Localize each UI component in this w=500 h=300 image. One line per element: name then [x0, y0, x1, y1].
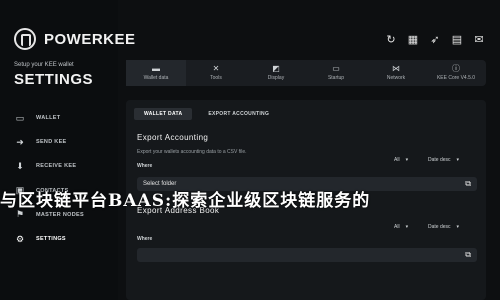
- export-accounting-where-label: Where: [137, 163, 153, 169]
- settings-tabbar: ▬ Wallet data ✕ Tools ◩ Display ▭ Startu…: [126, 60, 486, 86]
- chevron-down-icon: ▾: [405, 157, 409, 163]
- brand-logo: POWERKEE: [14, 28, 136, 50]
- sidebar-item-label: RECEIVE KEE: [36, 163, 77, 170]
- subtab-bar: WALLET DATA EXPORT ACCOUNTING: [134, 108, 279, 120]
- rocket-icon[interactable]: ➶: [428, 32, 442, 46]
- sidebar-item-wallet[interactable]: ▭ WALLET: [14, 106, 114, 130]
- tab-label: Tools: [210, 75, 222, 81]
- sidebar-item-label: SETTINGS: [36, 236, 66, 243]
- chevron-down-icon: ▾: [456, 224, 460, 230]
- info-icon: ⓘ: [452, 64, 460, 73]
- folder-icon: ▬: [152, 64, 160, 73]
- startup-icon: ▭: [332, 64, 340, 73]
- chevron-down-icon: ▾: [405, 224, 409, 230]
- subtab-wallet-data[interactable]: WALLET DATA: [134, 108, 193, 120]
- sidebar-item-receive-kee[interactable]: ⬇ RECEIVE KEE: [14, 154, 114, 178]
- tab-wallet-data[interactable]: ▬ Wallet data: [126, 60, 186, 86]
- tab-label: Wallet data: [143, 75, 169, 81]
- page-title: SETTINGS: [14, 71, 94, 88]
- send-icon: ➜: [16, 136, 24, 147]
- sidebar-item-label: SEND KEE: [36, 139, 67, 146]
- gift-icon[interactable]: ▦: [406, 32, 420, 46]
- lock-icon[interactable]: ▤: [450, 32, 464, 46]
- tab-display[interactable]: ◩ Display: [246, 60, 306, 86]
- tab-kee-core[interactable]: ⓘ KEE Core V4.5.0: [426, 60, 486, 86]
- export-accounting-description: Export your wallets accounting data to a…: [137, 149, 247, 155]
- tab-label: Network: [386, 75, 406, 81]
- wallet-icon: ▭: [15, 112, 25, 123]
- tab-label: Display: [267, 75, 285, 81]
- tab-label: Startup: [327, 75, 345, 81]
- export-accounting-sort-dropdown[interactable]: Date desc ▾: [428, 157, 459, 163]
- display-icon: ◩: [272, 64, 280, 73]
- export-address-book-where-label: Where: [137, 236, 153, 242]
- tab-tools[interactable]: ✕ Tools: [186, 60, 246, 86]
- filter-value: All: [394, 157, 400, 163]
- export-address-book-folder-field[interactable]: ⧉: [137, 248, 477, 262]
- sidebar-item-send-kee[interactable]: ➜ SEND KEE: [14, 130, 114, 154]
- copy-icon[interactable]: ⧉: [465, 251, 471, 259]
- tools-icon: ✕: [212, 64, 220, 73]
- export-accounting-title: Export Accounting: [137, 133, 209, 142]
- powerkee-logo-icon: [14, 28, 36, 50]
- export-accounting-filter-dropdown[interactable]: All ▾: [394, 157, 408, 163]
- tab-startup[interactable]: ▭ Startup: [306, 60, 366, 86]
- setup-subtitle: Setup your KEE wallet: [14, 62, 74, 68]
- sort-value: Date desc: [428, 224, 451, 230]
- sidebar: POWERKEE Setup your KEE wallet SETTINGS …: [0, 0, 135, 300]
- sidebar-nav: ▭ WALLET ➜ SEND KEE ⬇ RECEIVE KEE ▣ CONT…: [14, 106, 114, 251]
- receive-icon: ⬇: [16, 160, 24, 171]
- sidebar-item-label: WALLET: [36, 115, 61, 122]
- gear-icon: ⚙: [15, 233, 25, 244]
- filter-value: All: [394, 224, 400, 230]
- top-toolbar: ↻ ▦ ➶ ▤ ✉: [384, 32, 486, 46]
- mail-icon[interactable]: ✉: [472, 32, 486, 46]
- sidebar-item-settings[interactable]: ⚙ SETTINGS: [14, 227, 114, 251]
- refresh-icon[interactable]: ↻: [384, 32, 398, 46]
- subtab-export-accounting[interactable]: EXPORT ACCOUNTING: [198, 108, 279, 120]
- network-icon: ⋈: [392, 64, 400, 73]
- chevron-down-icon: ▾: [456, 157, 460, 163]
- export-address-book-sort-dropdown[interactable]: Date desc ▾: [428, 224, 459, 230]
- overlay-banner-text: 与区块链平台BAAS:探索企业级区块链服务的: [0, 191, 371, 211]
- sort-value: Date desc: [428, 157, 451, 163]
- tab-label: KEE Core V4.5.0: [436, 75, 476, 81]
- brand-name: POWERKEE: [44, 30, 136, 48]
- export-address-book-filter-dropdown[interactable]: All ▾: [394, 224, 408, 230]
- tab-network[interactable]: ⋈ Network: [366, 60, 426, 86]
